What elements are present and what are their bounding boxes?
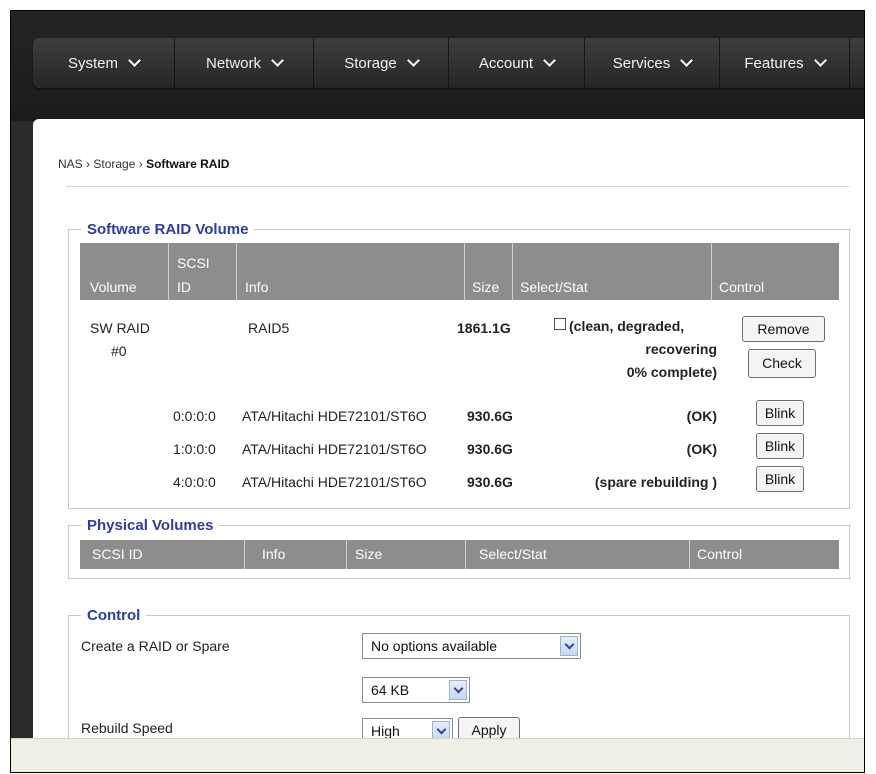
nav-account[interactable]: Account [449, 38, 585, 88]
column-separator [711, 243, 712, 300]
member-size: 930.6G [467, 474, 513, 490]
chevron-down-icon [560, 636, 578, 656]
member-info: ATA/Hitachi HDE72101/ST6O [242, 441, 427, 457]
header-select-stat: Select/Stat [479, 546, 547, 562]
nav-features-label: Features [744, 54, 804, 72]
chevron-down-icon [271, 54, 284, 67]
control-legend: Control [87, 607, 141, 624]
volume-status-line3: 0% complete) [626, 364, 717, 380]
nav-network[interactable]: Network [175, 38, 314, 88]
divider [66, 186, 849, 187]
nav-account-label: Account [478, 54, 534, 72]
member-scsi-id: 1:0:0:0 [173, 441, 216, 457]
nav-system[interactable]: System [33, 38, 175, 88]
breadcrumb-root[interactable]: NAS [58, 157, 83, 171]
nav-features[interactable]: Features [720, 38, 850, 88]
nav-system-label: System [67, 54, 118, 72]
breadcrumb-separator: › [138, 157, 143, 171]
volume-select-checkbox[interactable] [554, 318, 566, 330]
create-raid-select[interactable]: No options available [362, 633, 581, 659]
member-size: 930.6G [467, 408, 513, 424]
nav-storage-label: Storage [344, 54, 397, 72]
nav-services[interactable]: Services [585, 38, 720, 88]
column-separator [244, 540, 245, 569]
software-raid-legend: Software RAID Volume [87, 221, 249, 238]
chevron-down-icon [406, 54, 420, 67]
column-separator [236, 243, 237, 300]
nav-storage[interactable]: Storage [314, 38, 449, 88]
column-separator [689, 540, 690, 569]
nav-services-label: Services [612, 54, 671, 72]
rebuild-speed-label: Rebuild Speed [81, 720, 173, 736]
volume-name-line1: SW RAID [90, 320, 150, 336]
chevron-down-icon [680, 54, 694, 67]
chevron-down-icon [449, 680, 467, 700]
member-size: 930.6G [467, 441, 513, 457]
member-info: ATA/Hitachi HDE72101/ST6O [242, 474, 427, 490]
blink-button[interactable]: Blink [756, 400, 804, 426]
member-info: ATA/Hitachi HDE72101/ST6O [242, 408, 427, 424]
header-scsi-line1: SCSI [177, 255, 210, 271]
header-scsi-line2: ID [177, 279, 191, 295]
header-size: Size [355, 546, 383, 562]
member-status: (OK) [686, 441, 717, 457]
remove-button[interactable]: Remove [742, 316, 825, 342]
member-status: (OK) [686, 408, 717, 424]
physical-table-header: SCSI ID Info Size Select/Stat Control [80, 540, 839, 569]
header-control: Control [697, 546, 743, 562]
volume-status-line1: (clean, degraded, [569, 318, 685, 334]
browser-frame: System Network Storage Account Services … [10, 10, 865, 773]
volume-status-line2: recovering [645, 341, 717, 357]
header-control: Control [719, 279, 765, 295]
footer-bar [11, 738, 864, 772]
column-separator [465, 540, 466, 569]
main-nav: System Network Storage Account Services … [33, 38, 864, 88]
content-panel: NAS › Storage › Software RAID Software R… [33, 119, 864, 767]
chevron-down-icon [813, 54, 827, 67]
chevron-down-icon [128, 54, 141, 67]
volume-info: RAID5 [248, 320, 290, 336]
blink-button[interactable]: Blink [756, 433, 804, 459]
nav-network-label: Network [205, 54, 261, 72]
chevron-down-icon [543, 54, 556, 67]
blink-button[interactable]: Blink [756, 466, 804, 492]
member-scsi-id: 0:0:0:0 [173, 408, 216, 424]
create-raid-value: No options available [371, 638, 498, 654]
header-info: Info [262, 546, 286, 562]
member-scsi-id: 4:0:0:0 [173, 474, 216, 490]
header-volume: Volume [90, 279, 137, 295]
column-separator [464, 243, 465, 300]
raid-table-header: Volume SCSI ID Info Size Select/Stat Con… [80, 243, 839, 300]
column-separator [346, 540, 347, 569]
volume-size: 1861.1G [457, 320, 511, 336]
rebuild-speed-value: High [371, 723, 400, 739]
chunk-size-value: 64 KB [371, 682, 410, 698]
breadcrumb-storage[interactable]: Storage [93, 157, 135, 171]
breadcrumb-current: Software RAID [146, 157, 230, 171]
header-size: Size [472, 279, 500, 295]
breadcrumb: NAS › Storage › Software RAID [58, 157, 229, 171]
physical-volumes-legend: Physical Volumes [87, 517, 214, 534]
header-info: Info [245, 279, 269, 295]
create-raid-label: Create a RAID or Spare [81, 638, 230, 654]
column-separator [512, 243, 513, 300]
member-status: (spare rebuilding ) [594, 474, 717, 490]
column-separator [168, 243, 169, 300]
volume-name-line2: #0 [111, 343, 127, 359]
header-scsi-id: SCSI ID [92, 546, 143, 562]
chunk-size-select[interactable]: 64 KB [362, 677, 470, 703]
header-select-stat: Select/Stat [520, 279, 588, 295]
check-button[interactable]: Check [748, 349, 816, 378]
breadcrumb-separator: › [86, 157, 91, 171]
